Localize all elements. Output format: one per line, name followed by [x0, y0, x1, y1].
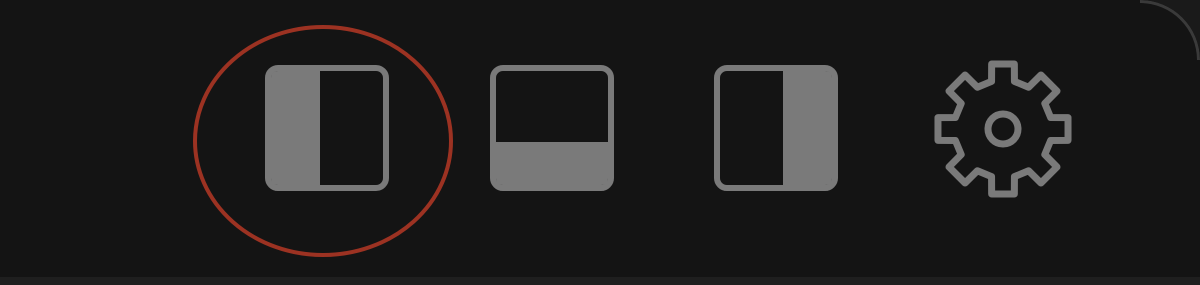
toolbar-bottom-edge — [0, 277, 1200, 285]
layout-panel-bottom-icon — [490, 65, 614, 191]
toggle-bottom-panel-button[interactable] — [487, 60, 617, 196]
settings-button[interactable] — [930, 56, 1076, 202]
gear-icon — [934, 60, 1072, 198]
panel-toolbar — [0, 0, 1200, 285]
layout-sidebar-left-icon — [265, 65, 389, 191]
toggle-right-sidebar-button[interactable] — [711, 60, 841, 196]
toggle-left-sidebar-button[interactable] — [262, 60, 392, 196]
layout-sidebar-right-icon — [714, 65, 838, 191]
toolbar-corner — [1140, 0, 1200, 60]
